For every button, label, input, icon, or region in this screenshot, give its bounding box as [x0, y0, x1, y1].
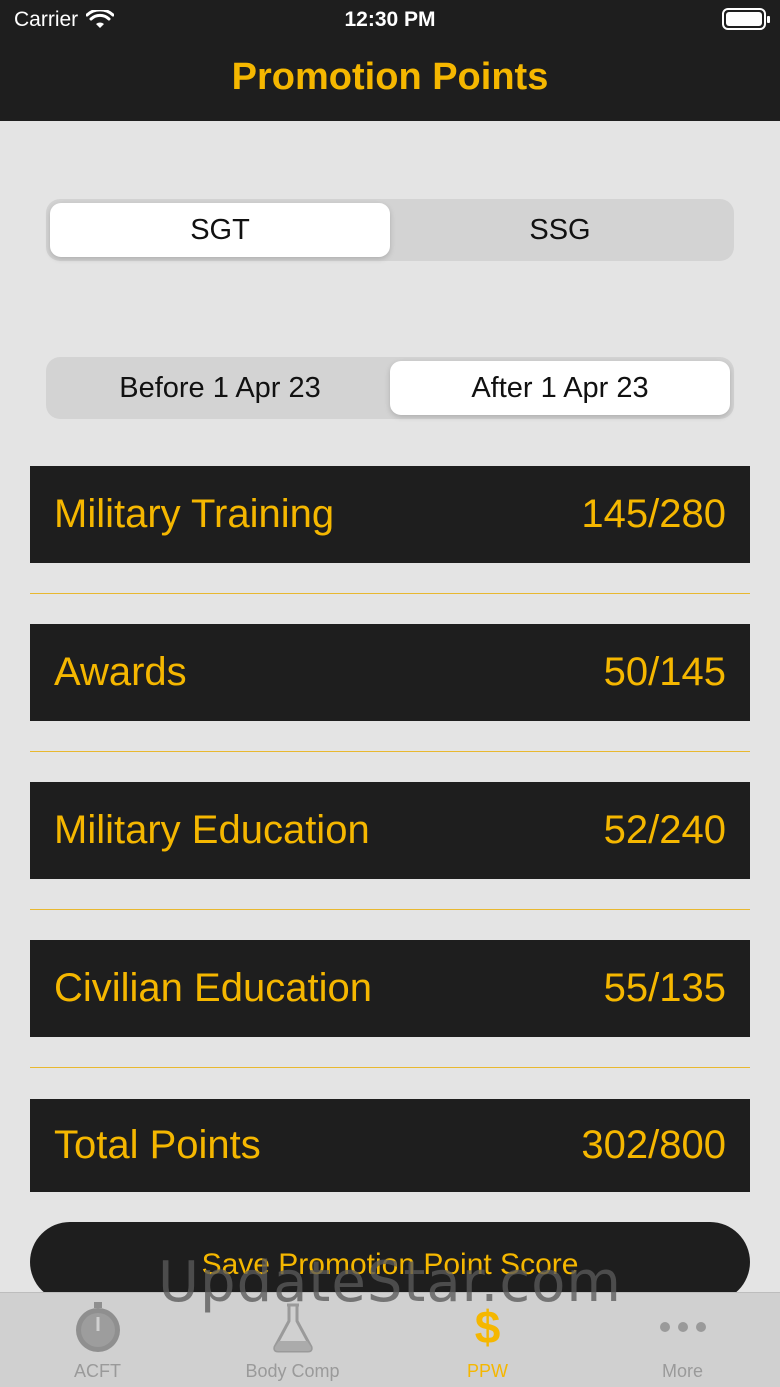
watermark: UpdateStar.com [158, 1250, 622, 1315]
status-bar: Carrier 12:30 PM [0, 0, 780, 42]
row-value: 50/145 [603, 650, 726, 694]
row-military-education[interactable]: Military Education 52/240 [30, 782, 750, 879]
row-civilian-education[interactable]: Civilian Education 55/135 [30, 940, 750, 1037]
row-label: Military Education [54, 808, 370, 852]
top-bar: Carrier 12:30 PM Promotion Points [0, 0, 780, 121]
row-awards[interactable]: Awards 50/145 [30, 624, 750, 721]
row-label: Total Points [54, 1123, 261, 1167]
tab-label: ACFT [74, 1361, 121, 1381]
row-military-training[interactable]: Military Training 145/280 [30, 466, 750, 563]
row-total-points: Total Points 302/800 [30, 1099, 750, 1192]
clock: 12:30 PM [344, 8, 436, 31]
row-label: Awards [54, 650, 187, 694]
page-title: Promotion Points [231, 56, 549, 98]
battery-icon [722, 8, 770, 30]
row-label: Military Training [54, 492, 335, 536]
segment-after-1-apr-23[interactable]: After 1 Apr 23 [390, 361, 730, 415]
row-value: 145/280 [581, 492, 726, 536]
row-value: 55/135 [603, 966, 726, 1010]
rank-segmented-control: SGT SSG [46, 199, 734, 261]
divider [30, 1067, 750, 1068]
segment-sgt[interactable]: SGT [50, 203, 390, 257]
row-label: Civilian Education [54, 966, 372, 1010]
date-segmented-control: Before 1 Apr 23 After 1 Apr 23 [46, 357, 734, 419]
tab-label: More [661, 1361, 703, 1381]
divider [30, 751, 750, 752]
segment-before-1-apr-23[interactable]: Before 1 Apr 23 [50, 361, 390, 415]
row-value: 302/800 [581, 1123, 726, 1167]
divider [30, 909, 750, 910]
tab-label: PPW [466, 1361, 508, 1381]
divider [30, 593, 750, 594]
row-value: 52/240 [603, 808, 726, 852]
tab-label: Body Comp [245, 1361, 340, 1381]
segment-ssg[interactable]: SSG [390, 203, 730, 257]
screen: Carrier 12:30 PM Promotion Points SGT SS… [0, 0, 780, 1387]
